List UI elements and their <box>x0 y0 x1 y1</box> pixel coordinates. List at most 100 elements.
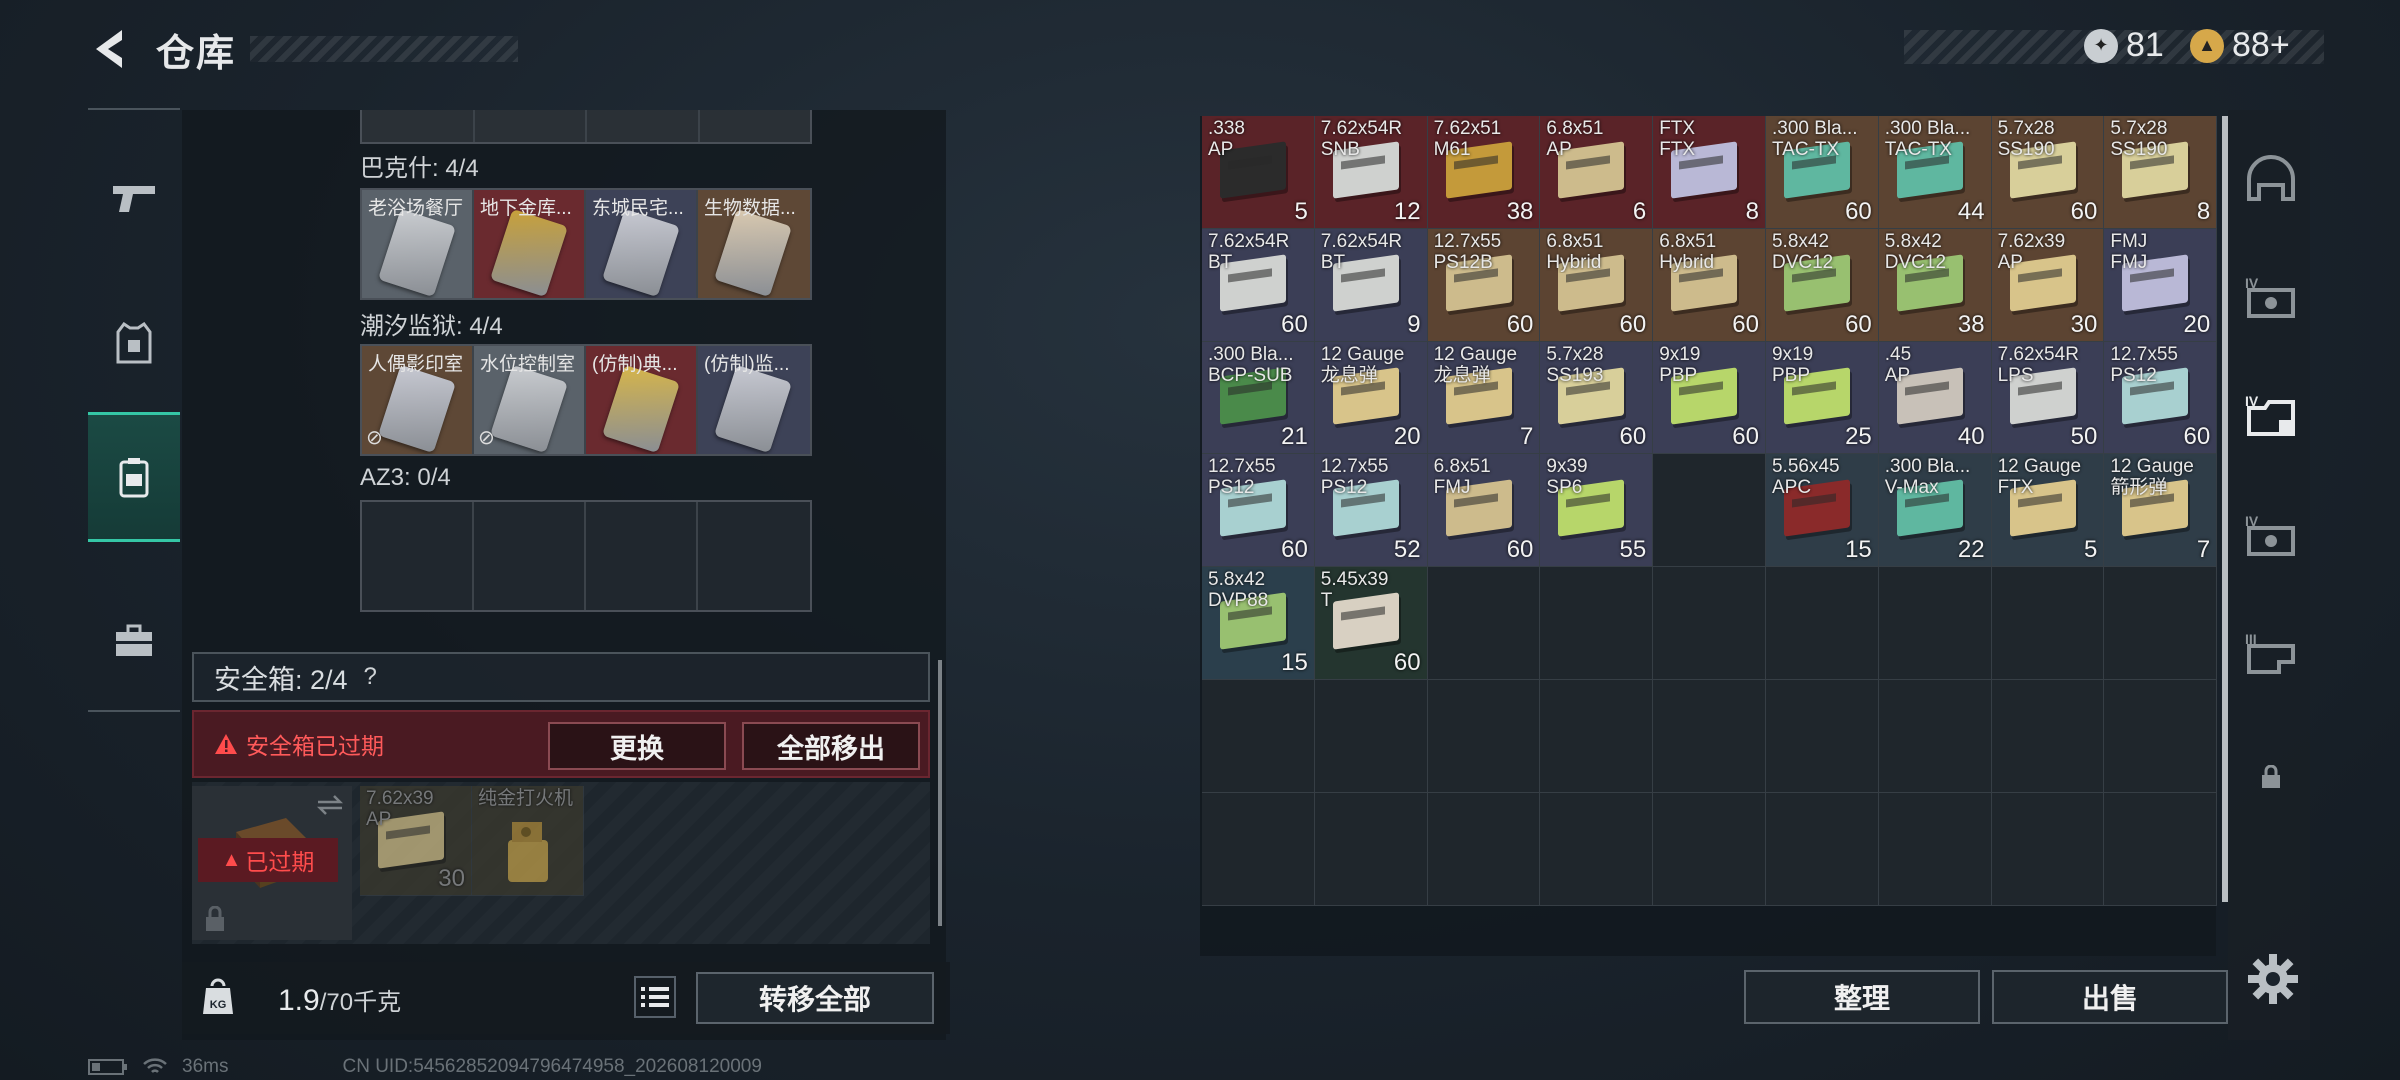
ammo-item[interactable]: 12 Gauge 箭形弹 7 <box>2104 454 2218 568</box>
empty-grid-cell[interactable] <box>1878 679 1992 793</box>
ammo-item[interactable]: 5.8x42 DVP88 15 <box>1202 567 1315 680</box>
empty-grid-cell[interactable] <box>1427 567 1541 680</box>
rail-helmet[interactable] <box>2240 148 2302 210</box>
ammo-item[interactable]: 6.8x51 FMJ 60 <box>1427 454 1541 568</box>
empty-grid-cell[interactable] <box>1991 679 2105 793</box>
ammo-item[interactable]: 7.62x54R LPS 50 <box>1991 341 2105 455</box>
empty-grid-cell[interactable] <box>1653 567 1766 680</box>
ammo-item[interactable]: 7.62x54R BT 60 <box>1202 228 1315 342</box>
empty-grid-cell[interactable] <box>1878 792 1992 906</box>
ammo-item[interactable]: 5.8x42 DVC12 60 <box>1765 228 1879 342</box>
settings-gear-icon[interactable] <box>2244 950 2302 1008</box>
access-card[interactable]: (仿制)监... <box>698 346 810 454</box>
empty-grid-cell[interactable] <box>1202 792 1315 906</box>
empty-grid-cell[interactable] <box>1653 679 1766 793</box>
help-icon[interactable]: ? <box>364 663 377 691</box>
rail-armor-iv[interactable]: IV <box>2240 266 2302 328</box>
ammo-item[interactable]: 7.62x39 AP 30 <box>1991 228 2105 342</box>
access-card[interactable]: 东城民宅... <box>586 190 698 298</box>
access-card[interactable]: 人偶影印室 ⊘ <box>362 346 474 454</box>
safebox-item-lighter[interactable]: 纯金打火机 <box>472 786 584 896</box>
ammo-item[interactable]: 9x19 PBP 25 <box>1765 341 1879 455</box>
rail-case[interactable] <box>88 576 180 706</box>
ammo-item[interactable]: 12.7x55 PS12 60 <box>1202 454 1315 568</box>
rail-chest-rig-iv[interactable]: IV <box>2240 384 2302 446</box>
ammo-item[interactable]: 12.7x55 PS12B 60 <box>1427 228 1541 342</box>
back-button[interactable] <box>86 24 136 74</box>
empty-grid-cell[interactable] <box>1653 454 1766 568</box>
left-scrollbar[interactable] <box>938 660 942 926</box>
rail-backpack[interactable] <box>88 412 180 542</box>
sort-button[interactable]: 整理 <box>1744 970 1980 1024</box>
rail-equipment[interactable] <box>88 278 180 408</box>
ammo-item[interactable]: .338 AP 5 <box>1202 116 1315 229</box>
access-card[interactable]: 老浴场餐厅 <box>362 190 474 298</box>
access-card[interactable]: 生物数据... <box>698 190 810 298</box>
ammo-item[interactable]: 6.8x51 Hybrid 60 <box>1653 228 1766 342</box>
empty-grid-cell[interactable] <box>1878 567 1992 680</box>
ammo-item[interactable]: .300 Bla... TAC-TX 60 <box>1765 116 1879 229</box>
ammo-item[interactable]: 12 Gauge FTX 5 <box>1991 454 2105 568</box>
access-card[interactable]: (仿制)典... <box>586 346 698 454</box>
empty-grid-cell[interactable] <box>1991 567 2105 680</box>
empty-card-slot[interactable] <box>362 502 474 610</box>
ammo-item[interactable]: .45 AP 40 <box>1878 341 1992 455</box>
empty-grid-cell[interactable] <box>1314 679 1428 793</box>
empty-grid-cell[interactable] <box>2104 679 2218 793</box>
empty-grid-cell[interactable] <box>1427 679 1541 793</box>
item-qty: 60 <box>2183 423 2211 451</box>
ammo-item[interactable]: 7.62x54R SNB 12 <box>1314 116 1428 229</box>
empty-grid-cell[interactable] <box>1540 679 1654 793</box>
ammo-item[interactable]: 12 Gauge 龙息弹 20 <box>1314 341 1428 455</box>
rail-lock[interactable] <box>2240 746 2302 808</box>
rail-armor-iii[interactable]: III <box>2240 622 2302 684</box>
ammo-item[interactable]: FMJ FMJ 20 <box>2104 228 2218 342</box>
ammo-item[interactable]: 7.62x54R BT 9 <box>1314 228 1428 342</box>
sell-button[interactable]: 出售 <box>1992 970 2228 1024</box>
empty-grid-cell[interactable] <box>1765 792 1879 906</box>
empty-grid-cell[interactable] <box>1540 792 1654 906</box>
safebox-item-ammo[interactable]: 7.62x39 AP 30 <box>360 786 472 896</box>
remove-all-button[interactable]: 全部移出 <box>742 722 920 770</box>
ammo-item[interactable]: 12 Gauge 龙息弹 7 <box>1427 341 1541 455</box>
empty-grid-cell[interactable] <box>1314 792 1428 906</box>
ammo-item[interactable]: 5.7x28 SS190 60 <box>1991 116 2105 229</box>
access-card[interactable]: 水位控制室 ⊘ <box>474 346 586 454</box>
ammo-item[interactable]: 12.7x55 PS12 52 <box>1314 454 1428 568</box>
rail-backpack-iv[interactable]: IV <box>2240 504 2302 566</box>
empty-card-slot[interactable] <box>474 502 586 610</box>
ammo-item[interactable]: 5.56x45 APC 15 <box>1765 454 1879 568</box>
ammo-item[interactable]: 9x19 PBP 60 <box>1653 341 1766 455</box>
ammo-item[interactable]: .300 Bla... BCP-SUB 21 <box>1202 341 1315 455</box>
ammo-item[interactable]: 7.62x51 M61 38 <box>1427 116 1541 229</box>
ammo-item[interactable]: 9x39 SP6 55 <box>1540 454 1654 568</box>
rail-weapons[interactable] <box>88 132 180 262</box>
empty-grid-cell[interactable] <box>1765 567 1879 680</box>
list-view-button[interactable] <box>634 976 676 1018</box>
ammo-item[interactable]: 5.7x28 SS190 8 <box>2104 116 2218 229</box>
ammo-item[interactable]: 6.8x51 AP 6 <box>1540 116 1654 229</box>
empty-card-slot[interactable] <box>698 502 810 610</box>
empty-card-slot[interactable] <box>586 502 698 610</box>
empty-grid-cell[interactable] <box>1427 792 1541 906</box>
ammo-item[interactable]: 5.45x39 T 60 <box>1314 567 1428 680</box>
swap-icon[interactable] <box>316 794 344 816</box>
ammo-item[interactable]: .300 Bla... TAC-TX 44 <box>1878 116 1992 229</box>
ammo-item[interactable]: 5.7x28 SS193 60 <box>1540 341 1654 455</box>
empty-grid-cell[interactable] <box>2104 792 2218 906</box>
ammo-item[interactable]: .300 Bla... V-Max 22 <box>1878 454 1992 568</box>
access-card[interactable]: 地下金库... <box>474 190 586 298</box>
ammo-item[interactable]: 12.7x55 PS12 60 <box>2104 341 2218 455</box>
empty-grid-cell[interactable] <box>1202 679 1315 793</box>
empty-grid-cell[interactable] <box>1653 792 1766 906</box>
gold-currency[interactable]: ▲ 88+ <box>2190 26 2290 65</box>
transfer-all-button[interactable]: 转移全部 <box>696 972 934 1024</box>
empty-grid-cell[interactable] <box>1991 792 2105 906</box>
ammo-item[interactable]: FTX FTX 8 <box>1653 116 1766 229</box>
empty-grid-cell[interactable] <box>2104 567 2218 680</box>
empty-grid-cell[interactable] <box>1765 679 1879 793</box>
ammo-item[interactable]: 5.8x42 DVC12 38 <box>1878 228 1992 342</box>
ammo-item[interactable]: 6.8x51 Hybrid 60 <box>1540 228 1654 342</box>
replace-button[interactable]: 更换 <box>548 722 726 770</box>
empty-grid-cell[interactable] <box>1540 567 1654 680</box>
